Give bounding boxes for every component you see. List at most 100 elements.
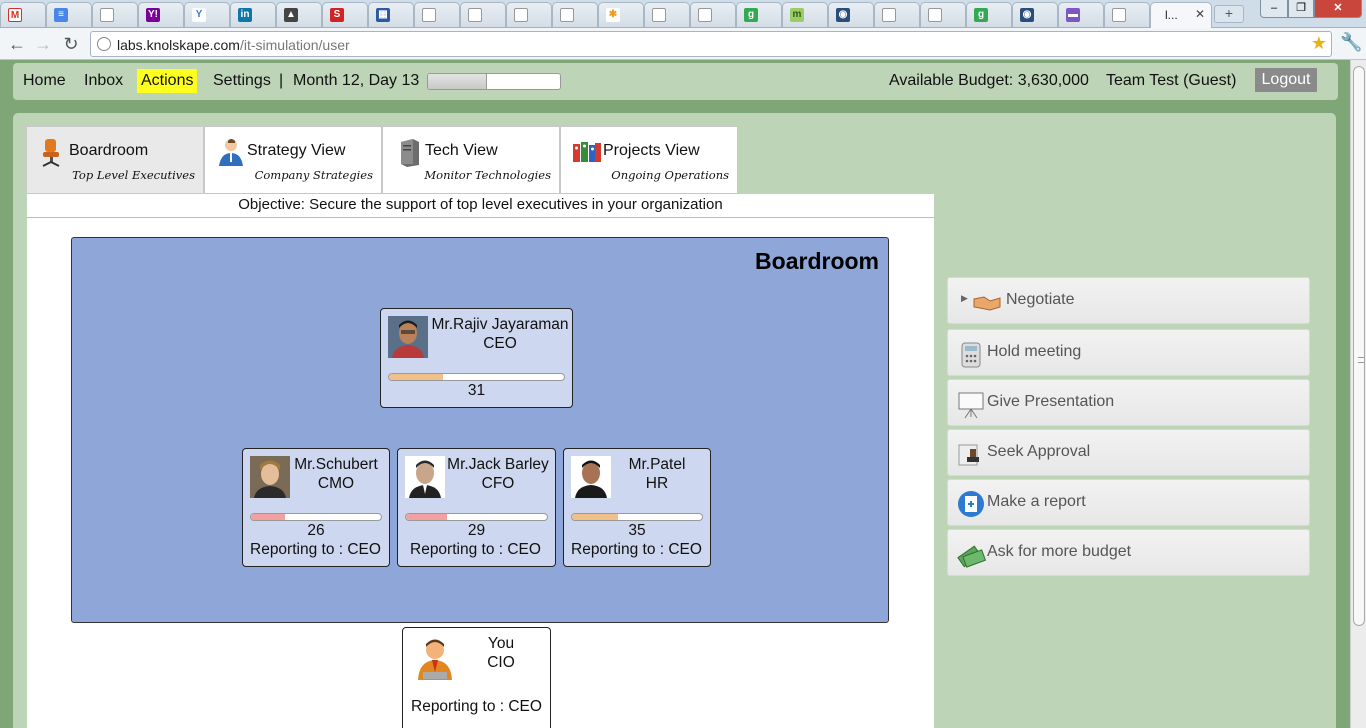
top-navigation: Home Inbox Actions Settings | Month 12, …: [13, 63, 1338, 100]
executive-card-ceo[interactable]: Mr.Rajiv Jayaraman CEO 31: [380, 308, 573, 408]
phone-icon: [961, 342, 981, 368]
browser-tab[interactable]: ▦: [368, 2, 414, 27]
address-bar[interactable]: labs.knolskape.com/it-simulation/user ★: [90, 31, 1332, 57]
nav-settings[interactable]: Settings: [209, 69, 275, 93]
browser-tab[interactable]: [690, 2, 736, 27]
page-scrollbar[interactable]: [1350, 60, 1366, 728]
tab-tech-view[interactable]: Tech View Monitor Technologies: [382, 126, 560, 194]
browser-tab[interactable]: ▲: [276, 2, 322, 27]
nav-inbox[interactable]: Inbox: [80, 69, 127, 93]
tab-subtitle: Ongoing Operations: [611, 168, 729, 182]
browser-tab[interactable]: [460, 2, 506, 27]
report-icon: [958, 491, 984, 517]
yahoo-answers-icon: Y: [192, 8, 206, 22]
action-give-presentation[interactable]: Give Presentation: [947, 379, 1310, 426]
graduation-cap-icon: ▲: [284, 8, 298, 22]
browser-tab[interactable]: ✱: [598, 2, 644, 27]
browser-tab[interactable]: ≡: [46, 2, 92, 27]
browser-tab[interactable]: M: [0, 2, 46, 27]
calendar-icon: ▬: [1066, 8, 1080, 22]
player-name: You CIO: [487, 635, 515, 671]
boardroom-area: Boardroom Mr.Rajiv Jayaraman CEO 31 Mr.Sc…: [71, 237, 889, 623]
browser-tab[interactable]: ◉: [828, 2, 874, 27]
browser-tab[interactable]: [874, 2, 920, 27]
browser-tab[interactable]: [920, 2, 966, 27]
action-label: Seek Approval: [987, 443, 1091, 460]
action-seek-approval[interactable]: Seek Approval: [947, 429, 1310, 476]
support-bar: [571, 513, 703, 521]
browser-tab[interactable]: [644, 2, 690, 27]
executive-card-cfo[interactable]: Mr.Jack Barley CFO 29 Reporting to : CEO: [397, 448, 556, 567]
browser-tab[interactable]: [506, 2, 552, 27]
browser-tab[interactable]: [552, 2, 598, 27]
browser-toolbar: ← → ↻ labs.knolskape.com/it-simulation/u…: [0, 28, 1366, 60]
action-label: Give Presentation: [987, 393, 1115, 410]
minimize-window-button[interactable]: –: [1260, 0, 1288, 18]
browser-tab[interactable]: m: [782, 2, 828, 27]
browser-tab[interactable]: g: [966, 2, 1012, 27]
browser-tab-active[interactable]: l... ✕: [1150, 2, 1212, 28]
docs-icon: ≡: [54, 8, 68, 22]
tab-label: Tech View: [425, 142, 498, 159]
reload-icon[interactable]: ↻: [60, 33, 82, 55]
avatar: [388, 316, 428, 358]
back-arrow-icon[interactable]: ←: [6, 33, 28, 55]
forward-arrow-icon[interactable]: →: [32, 33, 54, 55]
logout-button[interactable]: Logout: [1255, 68, 1317, 92]
page-icon: [1112, 8, 1126, 22]
action-label: Negotiate: [1006, 291, 1075, 308]
tab-strategy-view[interactable]: Strategy View Company Strategies: [204, 126, 382, 194]
page-icon: [560, 8, 574, 22]
browser-tab[interactable]: Y: [184, 2, 230, 27]
executive-name: Mr.Patel HR: [628, 456, 686, 492]
page-icon: [514, 8, 528, 22]
browser-tab[interactable]: [414, 2, 460, 27]
executive-card-cmo[interactable]: Mr.Schubert CMO 26 Reporting to : CEO: [242, 448, 390, 567]
action-hold-meeting[interactable]: Hold meeting: [947, 329, 1310, 376]
browser-tab[interactable]: g: [736, 2, 782, 27]
page-icon: [698, 8, 712, 22]
yahoo-icon: Y!: [146, 8, 160, 22]
executive-card-hr[interactable]: Mr.Patel HR 35 Reporting to : CEO: [563, 448, 711, 567]
tab-projects-view[interactable]: Projects View Ongoing Operations: [560, 126, 738, 194]
earth-icon: ◉: [1020, 8, 1034, 22]
browser-tab[interactable]: [92, 2, 138, 27]
player-card[interactable]: You CIO Reporting to : CEO: [402, 627, 551, 728]
nav-actions[interactable]: Actions: [137, 69, 198, 93]
browser-tab[interactable]: ▬: [1058, 2, 1104, 27]
m-icon: m: [790, 8, 804, 22]
action-negotiate[interactable]: ▶ Negotiate: [947, 277, 1310, 324]
tab-boardroom[interactable]: Boardroom Top Level Executives: [26, 126, 204, 194]
player-avatar-icon: [418, 639, 452, 680]
tab-label: Strategy View: [247, 142, 346, 159]
close-tab-icon[interactable]: ✕: [1195, 7, 1205, 21]
page-icon: [422, 8, 436, 22]
browser-tab[interactable]: [1104, 2, 1150, 27]
money-icon: [957, 545, 986, 568]
wrench-icon[interactable]: 🔧: [1340, 32, 1362, 53]
tab-subtitle: Company Strategies: [254, 168, 373, 182]
support-score: 35: [628, 522, 646, 539]
app-area: Home Inbox Actions Settings | Month 12, …: [0, 60, 1350, 728]
action-label: Hold meeting: [987, 343, 1082, 360]
bookmark-star-icon[interactable]: ★: [1311, 33, 1327, 54]
new-tab-button[interactable]: +: [1214, 5, 1244, 23]
browser-tab[interactable]: ◉: [1012, 2, 1058, 27]
maximize-window-button[interactable]: ❐: [1288, 0, 1314, 18]
nav-home[interactable]: Home: [19, 69, 70, 93]
action-make-report[interactable]: Make a report: [947, 479, 1310, 526]
reporting-line: Reporting to : CEO: [250, 541, 381, 558]
action-ask-budget[interactable]: Ask for more budget: [947, 529, 1310, 576]
main-panel: Boardroom Top Level Executives Strategy …: [13, 113, 1336, 728]
avatar: [571, 456, 611, 498]
scrollbar-thumb[interactable]: [1353, 66, 1365, 626]
tab-subtitle: Monitor Technologies: [424, 168, 551, 182]
close-window-button[interactable]: ✕: [1314, 0, 1362, 18]
support-bar: [250, 513, 382, 521]
google-icon: g: [974, 8, 988, 22]
browser-tab[interactable]: Y!: [138, 2, 184, 27]
browser-tab[interactable]: S: [322, 2, 368, 27]
page-icon: [928, 8, 942, 22]
browser-tab[interactable]: in: [230, 2, 276, 27]
nav-separator: |: [279, 72, 284, 89]
